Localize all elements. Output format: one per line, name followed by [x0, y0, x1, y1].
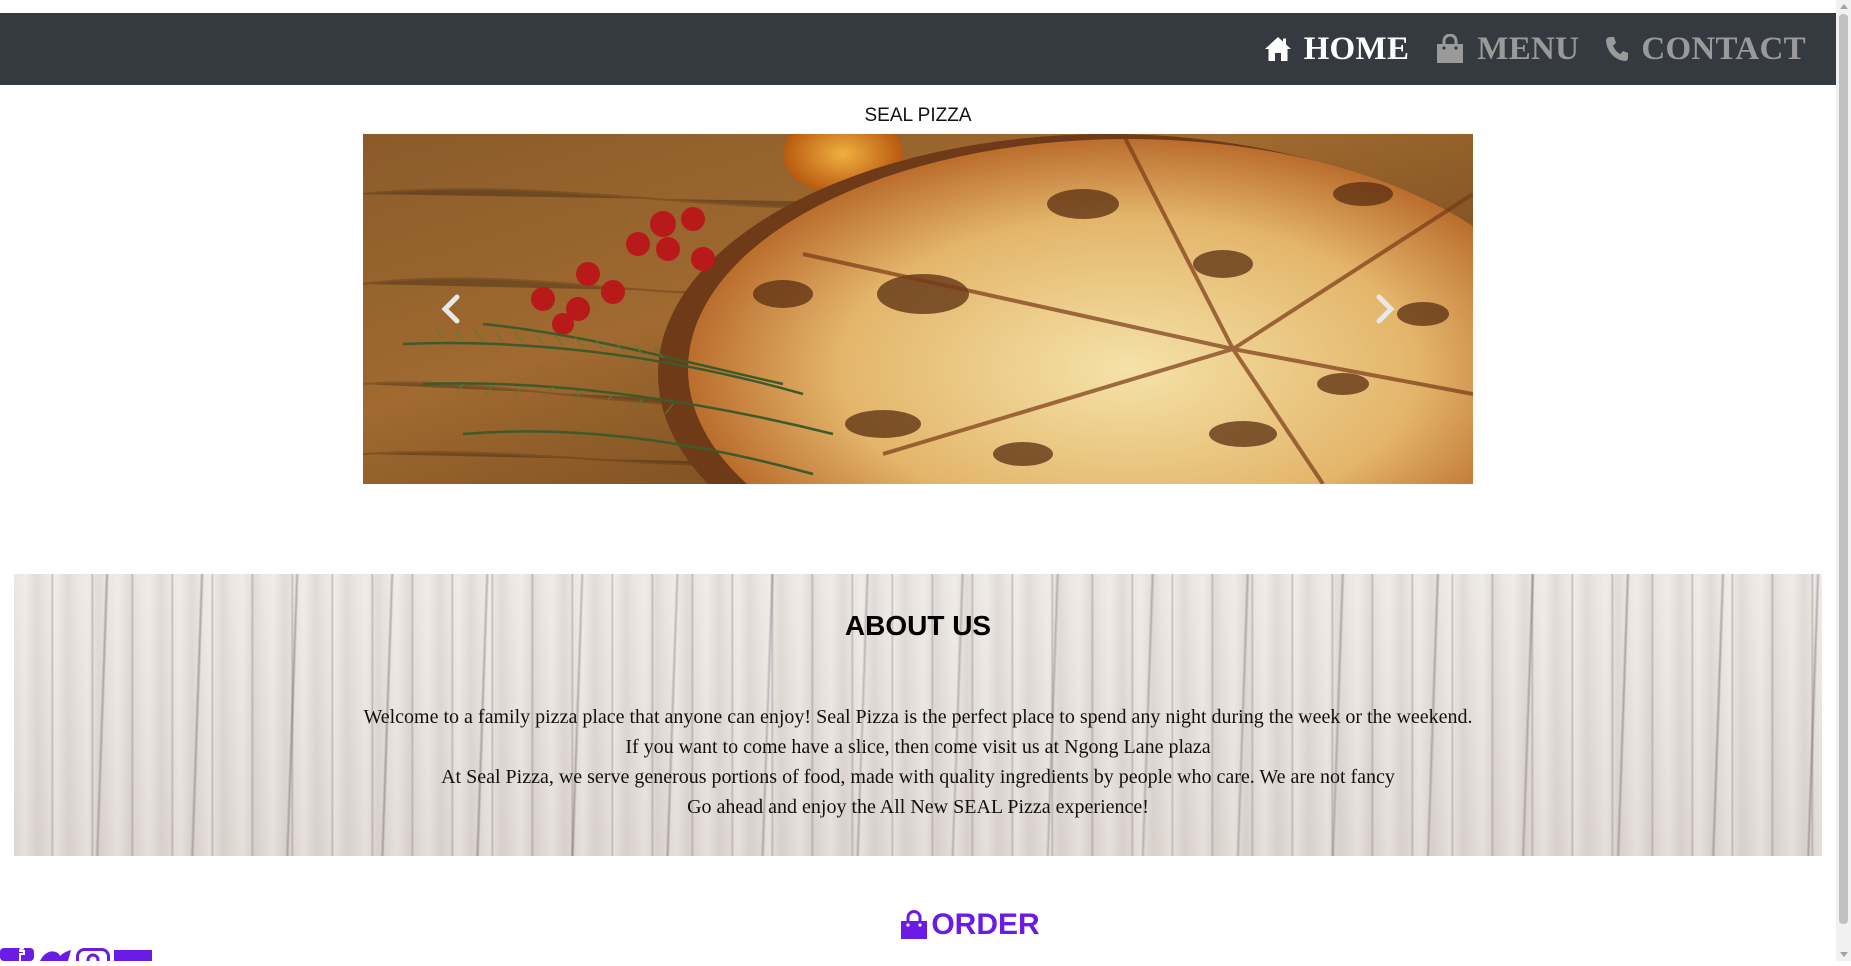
social-links: [0, 947, 156, 966]
nav-menu: HOME MENU CONTACT: [1238, 13, 1806, 85]
about-line: If you want to come have a slice, then c…: [625, 736, 1211, 758]
order-section: ORDER: [0, 908, 1836, 942]
site-title: SEAL PIZZA: [864, 105, 972, 126]
home-icon: [1264, 37, 1291, 61]
scroll-down-arrow[interactable]: [1840, 952, 1848, 957]
about-line: At Seal Pizza, we serve generous portion…: [441, 766, 1395, 788]
about-line: Welcome to a family pizza place that any…: [363, 706, 1473, 728]
shopping-bag-icon: [1437, 34, 1464, 63]
carousel-next-button[interactable]: [1325, 134, 1445, 484]
scrollbar-thumb[interactable]: [1839, 14, 1848, 924]
top-navbar: HOME MENU CONTACT: [0, 13, 1836, 85]
nav-item-label: CONTACT: [1641, 30, 1806, 67]
nav-item-menu[interactable]: MENU: [1435, 31, 1579, 68]
carousel-prev-button[interactable]: [391, 134, 511, 484]
hero-carousel[interactable]: [363, 134, 1473, 484]
instagram-icon[interactable]: [76, 948, 110, 966]
page-top-overflow-text: [0, 0, 1836, 13]
shopping-bag-icon: [901, 910, 928, 939]
nav-item-label: HOME: [1303, 30, 1410, 67]
nav-item-label: MENU: [1477, 30, 1580, 67]
scroll-up-arrow[interactable]: [1840, 4, 1848, 9]
chevron-left-icon: [441, 294, 460, 324]
email-icon[interactable]: [114, 948, 152, 966]
nav-item-contact[interactable]: CONTACT: [1605, 31, 1806, 68]
pizza-image: [363, 134, 1473, 484]
about-line: Go ahead and enjoy the All New SEAL Pizz…: [687, 796, 1149, 818]
phone-icon: [1606, 37, 1629, 61]
twitter-icon[interactable]: [38, 948, 72, 966]
chevron-right-icon: [1376, 294, 1395, 324]
about-section: ABOUT US Welcome to a family pizza place…: [14, 574, 1822, 856]
about-heading: ABOUT US: [844, 610, 992, 641]
vertical-scrollbar[interactable]: [1836, 0, 1851, 961]
about-text: Welcome to a family pizza place that any…: [14, 702, 1822, 822]
order-label: ORDER: [931, 908, 1040, 941]
nav-item-home[interactable]: HOME: [1264, 31, 1410, 68]
facebook-icon[interactable]: [0, 947, 34, 966]
order-button[interactable]: ORDER: [899, 908, 1040, 942]
